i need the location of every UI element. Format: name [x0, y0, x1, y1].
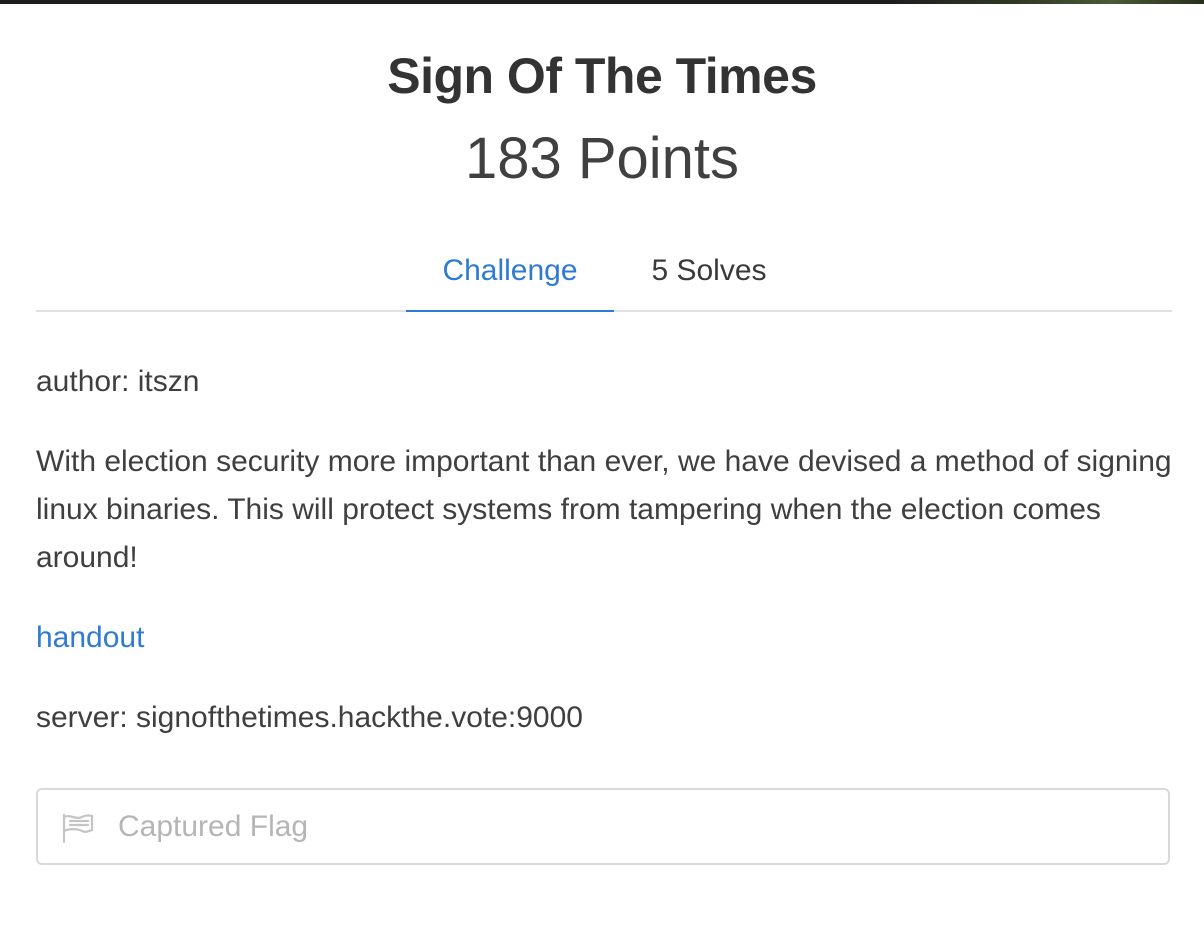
challenge-author: author: itszn	[36, 365, 200, 398]
server-address: server: signofthetimes.hackthe.vote:9000	[36, 701, 583, 734]
tab-solves[interactable]: 5 Solves	[614, 244, 804, 310]
challenge-points: 183 Points	[464, 126, 740, 191]
challenge-description: With election security more important th…	[36, 445, 1172, 574]
tab-challenge[interactable]: Challenge	[406, 244, 614, 312]
challenge-title: Sign Of The Times	[387, 48, 817, 104]
flag-input[interactable]	[118, 790, 1158, 863]
flag-icon	[60, 812, 94, 844]
flag-field[interactable]	[36, 788, 1170, 865]
handout-link[interactable]: handout	[36, 616, 1176, 660]
challenge-tabs: Challenge 5 Solves	[36, 244, 1172, 312]
